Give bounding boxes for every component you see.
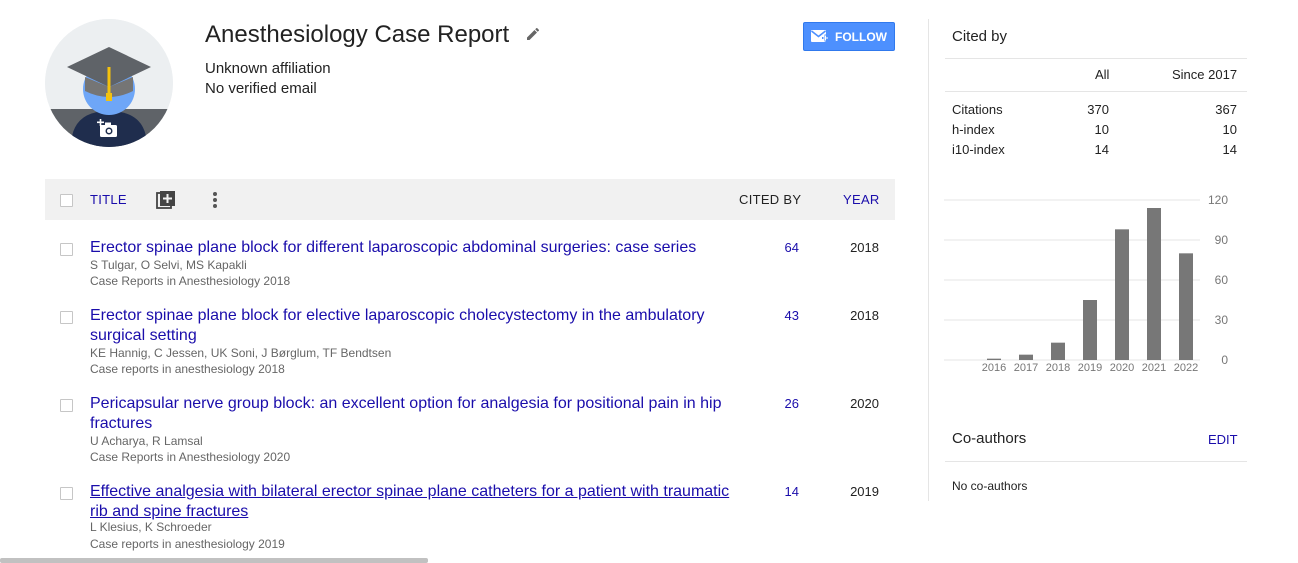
article-venue: Case reports in anesthesiology 2019 — [90, 537, 285, 551]
metric-since: 367 — [1215, 102, 1237, 117]
article-venue: Case Reports in Anesthesiology 2018 — [90, 274, 291, 288]
sort-by-year-header[interactable]: YEAR — [843, 192, 880, 207]
table-row: Erector spinae plane block for elective … — [45, 306, 895, 380]
x-tick-label: 2016 — [982, 362, 1006, 374]
x-tick-label: 2019 — [1078, 362, 1102, 374]
bar-2020[interactable] — [1115, 229, 1129, 360]
name-row: Anesthesiology Case Report — [205, 21, 543, 49]
metric-all: 370 — [1087, 102, 1109, 117]
metric-label: i10-index — [952, 142, 1005, 157]
divider — [945, 91, 1247, 92]
article-title-link[interactable]: Effective analgesia with bilateral erect… — [90, 482, 730, 522]
sort-by-title-header[interactable]: TITLE — [90, 192, 127, 207]
article-venue: Case reports in anesthesiology 2018 — [90, 362, 285, 376]
y-tick-label: 120 — [1208, 193, 1228, 207]
article-authors: U Acharya, R Lamsal — [90, 434, 203, 448]
row-checkbox[interactable] — [60, 311, 73, 324]
cited-by-count[interactable]: 43 — [775, 308, 799, 323]
follow-label: FOLLOW — [835, 29, 887, 44]
horizontal-scrollbar[interactable] — [0, 558, 428, 563]
x-tick-label: 2017 — [1014, 362, 1038, 374]
articles-table-header: TITLE CITED BY YEAR — [45, 179, 895, 220]
cited-by-count[interactable]: 14 — [775, 484, 799, 499]
y-tick-label: 90 — [1215, 233, 1229, 247]
y-tick-label: 0 — [1221, 353, 1228, 367]
coauthors-title: Co-authors — [952, 430, 1027, 447]
table-row: Effective analgesia with bilateral erect… — [45, 482, 895, 556]
article-year: 2020 — [850, 396, 879, 411]
cited-by-count[interactable]: 26 — [775, 396, 799, 411]
article-year: 2018 — [850, 308, 879, 323]
mail-icon — [811, 29, 829, 42]
profile-name: Anesthesiology Case Report — [205, 21, 510, 48]
article-title-link[interactable]: Pericapsular nerve group block: an excel… — [90, 394, 730, 434]
bar-2017[interactable] — [1019, 354, 1033, 360]
affiliation: Unknown affiliation — [205, 60, 331, 77]
x-tick-label: 2018 — [1046, 362, 1070, 374]
select-all-checkbox[interactable] — [60, 194, 73, 207]
follow-button[interactable]: FOLLOW — [803, 22, 895, 51]
no-coauthors-text: No co-authors — [952, 479, 1028, 493]
metric-label: Citations — [952, 102, 1003, 117]
col-all-header: All — [1095, 67, 1110, 82]
article-title-link[interactable]: Erector spinae plane block for different… — [90, 238, 730, 258]
x-tick-label: 2022 — [1174, 362, 1198, 374]
row-checkbox[interactable] — [60, 487, 73, 500]
article-title-link[interactable]: Erector spinae plane block for elective … — [90, 306, 730, 346]
y-tick-label: 60 — [1215, 273, 1229, 287]
bar-2022[interactable] — [1179, 253, 1193, 360]
verified-email: No verified email — [205, 80, 317, 97]
sort-by-cited-header[interactable]: CITED BY — [739, 192, 801, 207]
cited-by-title: Cited by — [952, 28, 1008, 45]
x-tick-label: 2020 — [1110, 362, 1134, 374]
bar-2018[interactable] — [1051, 342, 1065, 360]
article-authors: KE Hannig, C Jessen, UK Soni, J Børglum,… — [90, 346, 392, 360]
metric-since: 10 — [1222, 122, 1237, 137]
citations-per-year-chart: 0 30 60 90 120 2016 2017 2018 2019 2020 2021 2022 — [944, 193, 1229, 374]
metric-since: 14 — [1222, 142, 1237, 157]
divider — [945, 461, 1247, 462]
col-since-header: Since 2017 — [1172, 67, 1238, 82]
divider — [945, 58, 1247, 59]
add-photo-icon[interactable] — [97, 119, 119, 139]
bar-2021[interactable] — [1147, 208, 1161, 360]
article-authors: L Klesius, K Schroeder — [90, 520, 212, 534]
y-tick-label: 30 — [1215, 313, 1229, 327]
pencil-icon[interactable] — [525, 26, 543, 44]
metric-label: h-index — [952, 122, 995, 137]
article-year: 2018 — [850, 240, 879, 255]
coauthors-edit-link[interactable]: EDIT — [1208, 432, 1238, 447]
article-venue: Case Reports in Anesthesiology 2020 — [90, 450, 291, 464]
add-article-icon[interactable] — [156, 190, 176, 210]
table-row: Erector spinae plane block for different… — [45, 238, 895, 292]
article-year: 2019 — [850, 484, 879, 499]
table-row: Pericapsular nerve group block: an excel… — [45, 394, 895, 468]
metric-all: 14 — [1094, 142, 1109, 157]
more-vert-icon[interactable] — [207, 190, 223, 210]
article-authors: S Tulgar, O Selvi, MS Kapakli — [90, 258, 247, 272]
cited-by-count[interactable]: 64 — [775, 240, 799, 255]
profile-header: Anesthesiology Case Report Unknown affil… — [45, 19, 895, 159]
metric-all: 10 — [1094, 122, 1109, 137]
row-checkbox[interactable] — [60, 399, 73, 412]
x-tick-label: 2021 — [1142, 362, 1166, 374]
bar-2019[interactable] — [1083, 300, 1097, 360]
bar-2016[interactable] — [987, 358, 1001, 360]
row-checkbox[interactable] — [60, 243, 73, 256]
avatar[interactable] — [45, 19, 173, 147]
